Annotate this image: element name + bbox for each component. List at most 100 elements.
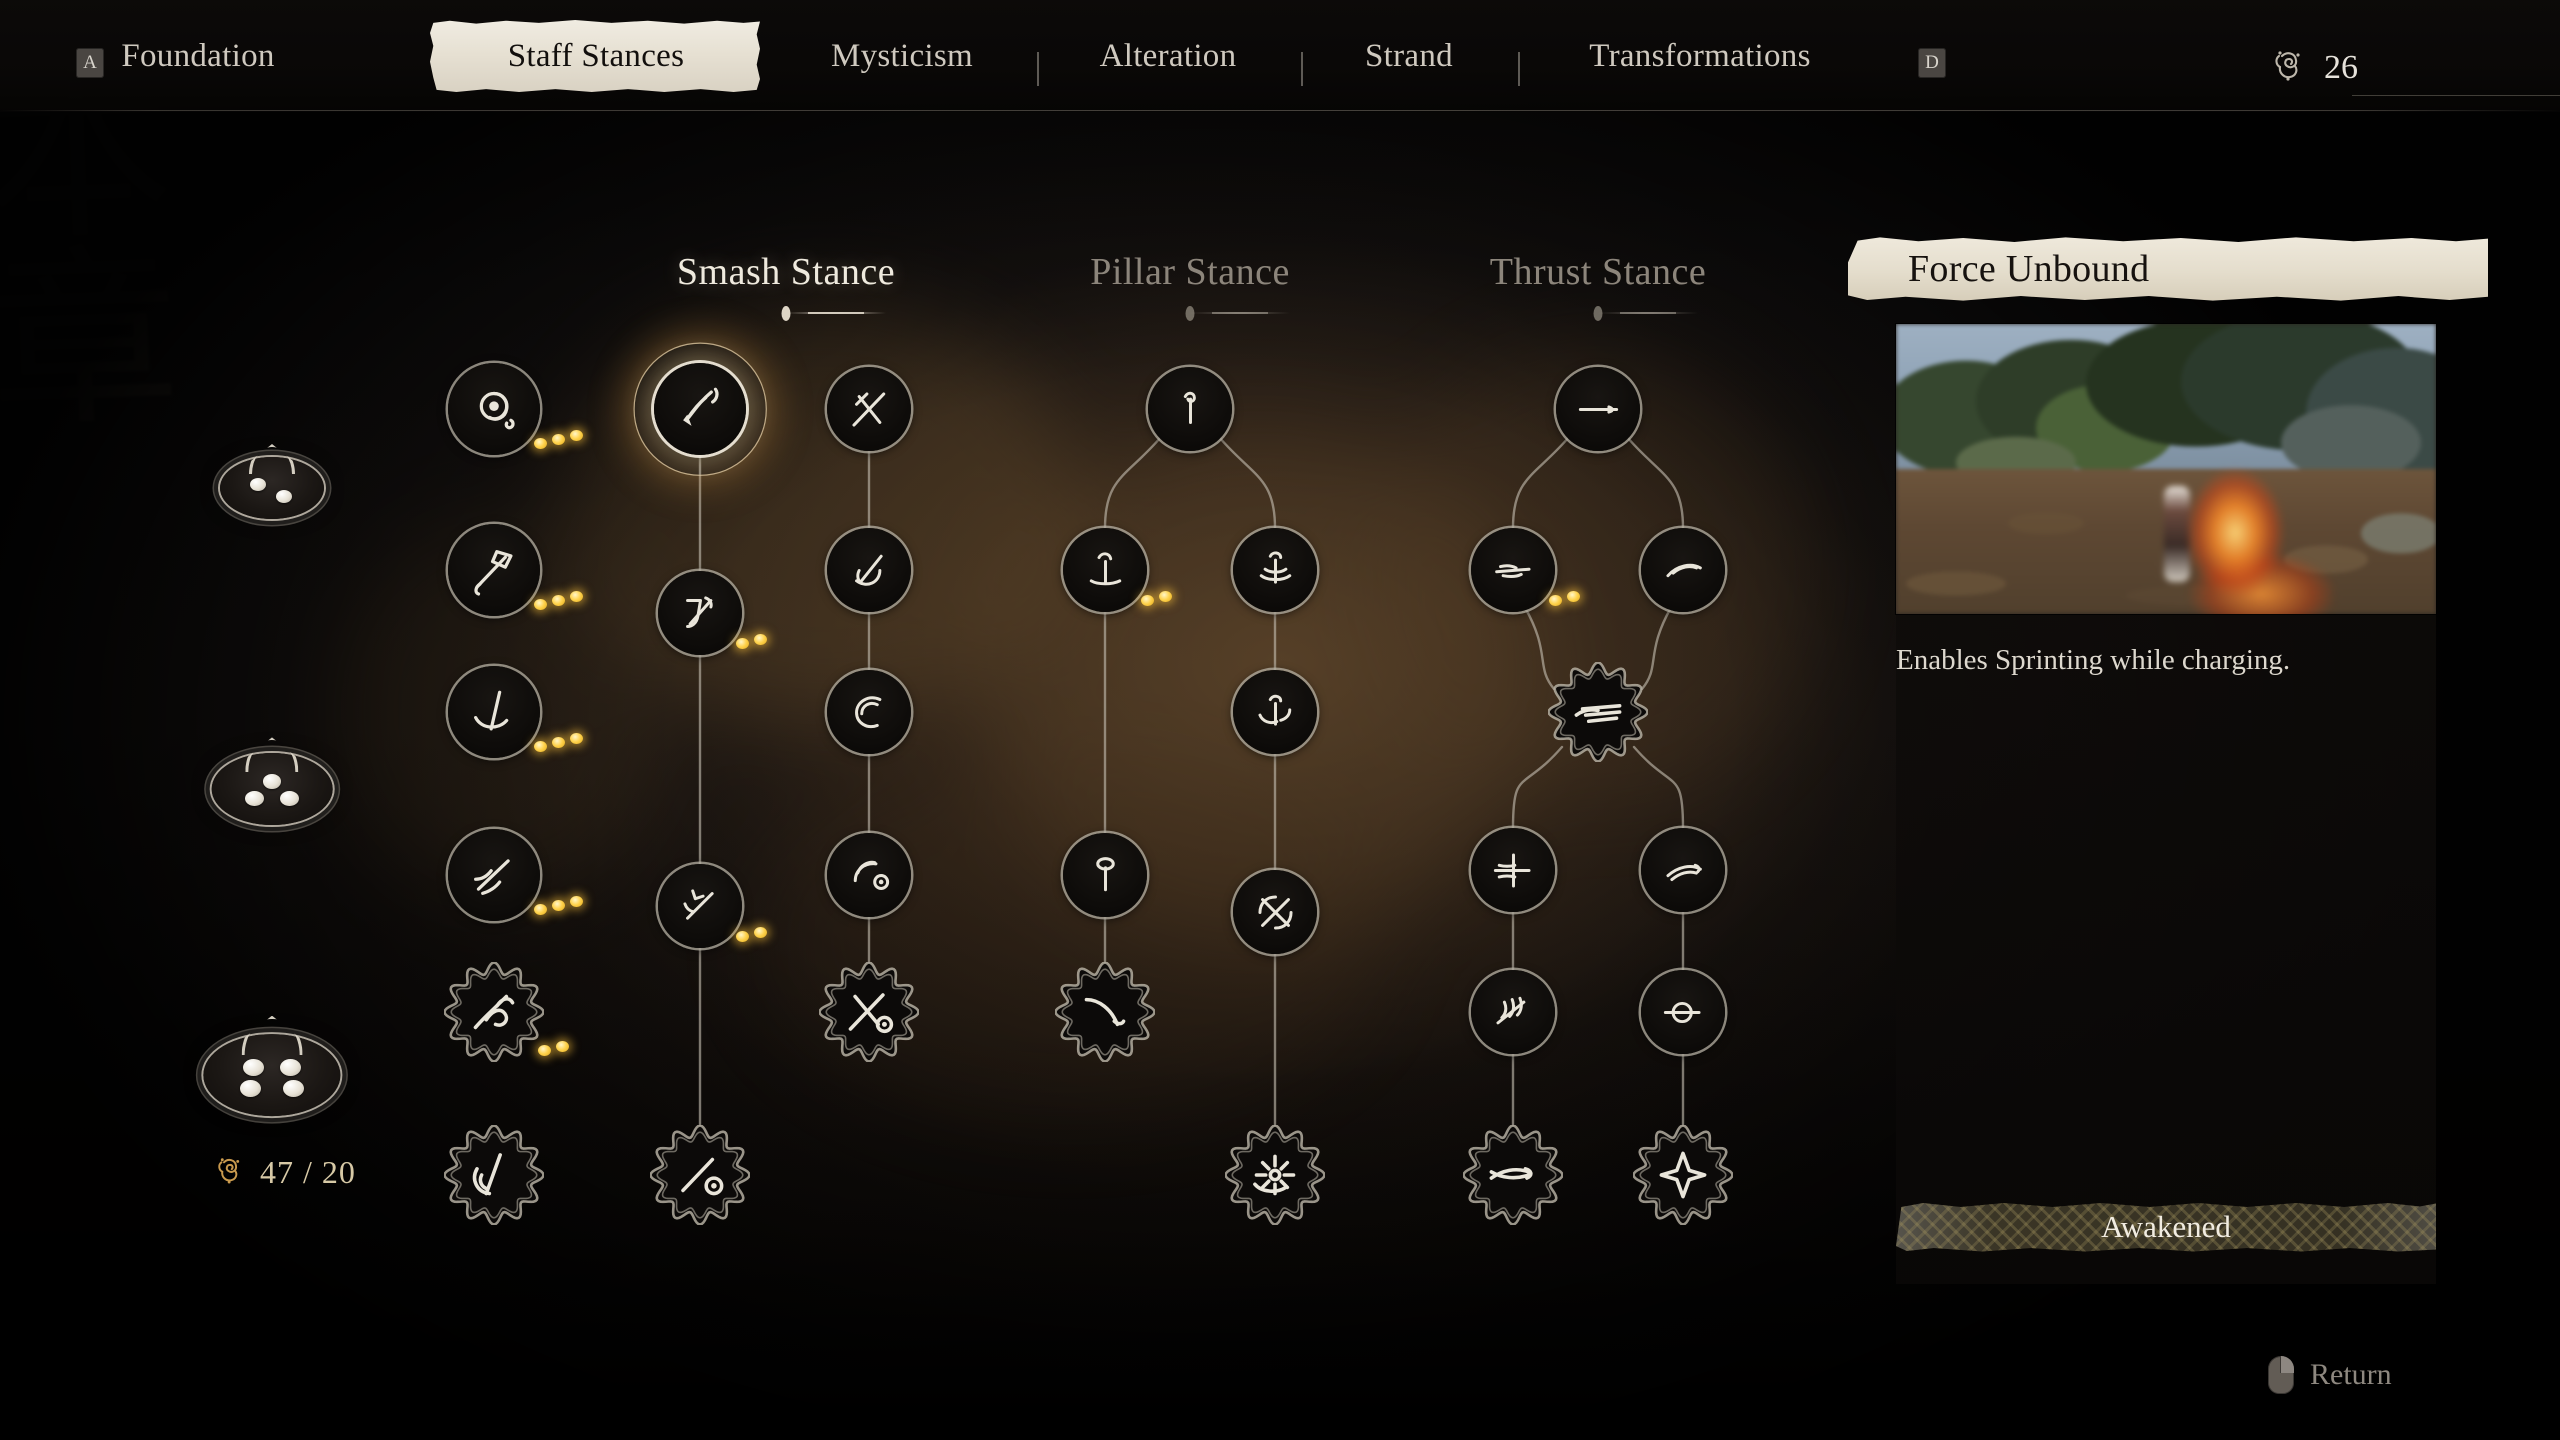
skill-node-pillar-r1[interactable]	[1233, 528, 1317, 612]
tab-transformations[interactable]: Transformations	[1515, 0, 1885, 112]
skill-node-thrust-r4[interactable]	[1633, 1125, 1733, 1225]
tier-marker-1	[210, 440, 334, 536]
spirit-points-counter: 26	[2268, 44, 2358, 91]
tab-label: Alteration	[1099, 37, 1237, 74]
tier-marker-crest	[245, 737, 299, 773]
staff-burst-strike-icon	[658, 864, 742, 948]
skill-node-pillar-l1[interactable]	[1063, 528, 1172, 612]
return-hint[interactable]: Return	[2268, 1356, 2392, 1394]
skill-node-smash-b3[interactable]	[658, 864, 767, 948]
thrust-feather-icon	[1471, 970, 1555, 1054]
spirit-spark-icon	[212, 1152, 248, 1193]
skill-node-thrust-top[interactable]	[1556, 367, 1640, 451]
pillar-ground-icon	[1063, 528, 1147, 612]
skill-node-thrust-l4[interactable]	[1463, 1125, 1563, 1225]
skill-status-badge: Awakened	[1896, 1203, 2436, 1252]
staff-spiral-cut-icon	[827, 528, 911, 612]
skill-node-pillar-l3[interactable]	[1055, 962, 1155, 1062]
skill-detail-panel: Force Unbound Enables Sprinting while ch…	[1848, 236, 2488, 1284]
skill-node-thrust-l2[interactable]	[1471, 828, 1555, 912]
skill-node-pillar-r3[interactable]	[1233, 870, 1317, 954]
node-point-pips	[534, 733, 583, 752]
tab-label: Mysticism	[830, 37, 974, 74]
tab-separator	[1301, 52, 1303, 86]
spirit-counter-rule	[2352, 95, 2560, 96]
skill-node-smash-a6[interactable]	[444, 1125, 544, 1225]
tab-mysticism[interactable]: Mysticism	[777, 0, 1027, 112]
staff-orb-drop-icon	[827, 833, 911, 917]
tab-staff-stances[interactable]: Staff Stances	[430, 0, 761, 112]
skill-node-thrust-mid[interactable]	[1548, 662, 1648, 762]
skill-node-smash-c1[interactable]	[827, 367, 911, 451]
skill-node-thrust-l3[interactable]	[1471, 970, 1555, 1054]
staff-coil-twist-icon	[444, 962, 544, 1062]
staff-drop-glow-icon	[650, 1125, 750, 1225]
thrust-glide-icon	[1641, 528, 1725, 612]
pillar-bloom-icon	[1225, 1125, 1325, 1225]
preview-fire-effect	[2144, 457, 2335, 614]
tab-label: Transformations	[1589, 37, 1811, 74]
node-point-pips	[534, 896, 583, 915]
tier-marker-pip	[250, 478, 266, 491]
skill-node-smash-a5[interactable]	[444, 962, 569, 1062]
pillar-ripple-icon	[1233, 528, 1317, 612]
tab-foundation[interactable]: Foundation	[63, 0, 333, 112]
node-point-pips	[534, 591, 583, 610]
skill-node-thrust-r2[interactable]	[1641, 828, 1725, 912]
skill-title: Force Unbound	[1908, 248, 2150, 290]
staff-slam-trail-icon	[448, 829, 540, 921]
thrust-star-burst-icon	[1633, 1125, 1733, 1225]
tier-marker-pip	[276, 490, 292, 503]
tab-alteration[interactable]: Alteration	[1033, 0, 1303, 112]
skill-node-pillar-r2[interactable]	[1233, 670, 1317, 754]
tab-strand[interactable]: Strand	[1314, 0, 1504, 112]
staff-cross-orb-icon	[819, 962, 919, 1062]
staff-cross-blade-icon	[827, 367, 911, 451]
staff-wave-ring-icon	[827, 670, 911, 754]
staff-crescent-icon	[444, 1125, 544, 1225]
return-label: Return	[2310, 1358, 2392, 1391]
thrust-line-icon	[1556, 367, 1640, 451]
tier-marker-pip	[262, 773, 282, 789]
thrust-twin-spear-icon	[1463, 1125, 1563, 1225]
skill-node-smash-c4[interactable]	[827, 833, 911, 917]
skill-node-smash-a1[interactable]	[448, 363, 583, 455]
thrust-pierce-icon	[1471, 828, 1555, 912]
tier-marker-crest	[249, 444, 295, 474]
thrust-volley-icon	[1548, 662, 1648, 762]
pillar-rise-icon	[1148, 367, 1232, 451]
node-point-pips	[534, 430, 583, 449]
staff-charge-dash-icon	[654, 363, 746, 455]
skill-node-smash-b4[interactable]	[650, 1125, 750, 1225]
skill-node-smash-c3[interactable]	[827, 670, 911, 754]
skill-node-thrust-r3[interactable]	[1641, 970, 1725, 1054]
skill-node-pillar-top[interactable]	[1148, 367, 1232, 451]
spirit-spark-icon	[2268, 44, 2310, 91]
skill-node-smash-a2[interactable]	[448, 524, 583, 616]
skill-node-pillar-l2[interactable]	[1063, 833, 1147, 917]
skill-node-thrust-r1[interactable]	[1641, 528, 1725, 612]
skill-node-smash-c2[interactable]	[827, 528, 911, 612]
tier-marker-crest	[241, 1015, 303, 1056]
tab-separator	[1037, 52, 1039, 86]
thrust-loop-icon	[1641, 970, 1725, 1054]
skill-node-smash-c5[interactable]	[819, 962, 919, 1062]
skill-node-pillar-r4[interactable]	[1225, 1125, 1325, 1225]
tier-marker-pip	[282, 1080, 304, 1098]
pillar-swirl-icon	[1233, 670, 1317, 754]
skill-node-smash-a3[interactable]	[448, 666, 583, 758]
tab-bar: Foundation Staff Stances Mysticism Alterati…	[0, 0, 2560, 112]
skill-description: Enables Sprinting while charging.	[1896, 644, 2291, 676]
skill-node-smash-b2[interactable]	[658, 571, 767, 655]
staff-sweep-arc-icon	[448, 666, 540, 758]
skill-preview-video	[1896, 324, 2436, 614]
spirit-points-value: 26	[2324, 48, 2358, 86]
skill-node-smash-a4[interactable]	[448, 829, 583, 921]
available-points-value: 47 / 20	[260, 1154, 356, 1190]
skill-node-thrust-l1[interactable]	[1471, 528, 1580, 612]
staff-spin-drop-icon	[448, 363, 540, 455]
panel-title-banner: Force Unbound	[1848, 237, 2488, 301]
tab-label: Foundation	[121, 37, 275, 74]
tab-label: Staff Stances	[507, 37, 685, 74]
skill-node-force-unbound[interactable]	[654, 363, 746, 455]
